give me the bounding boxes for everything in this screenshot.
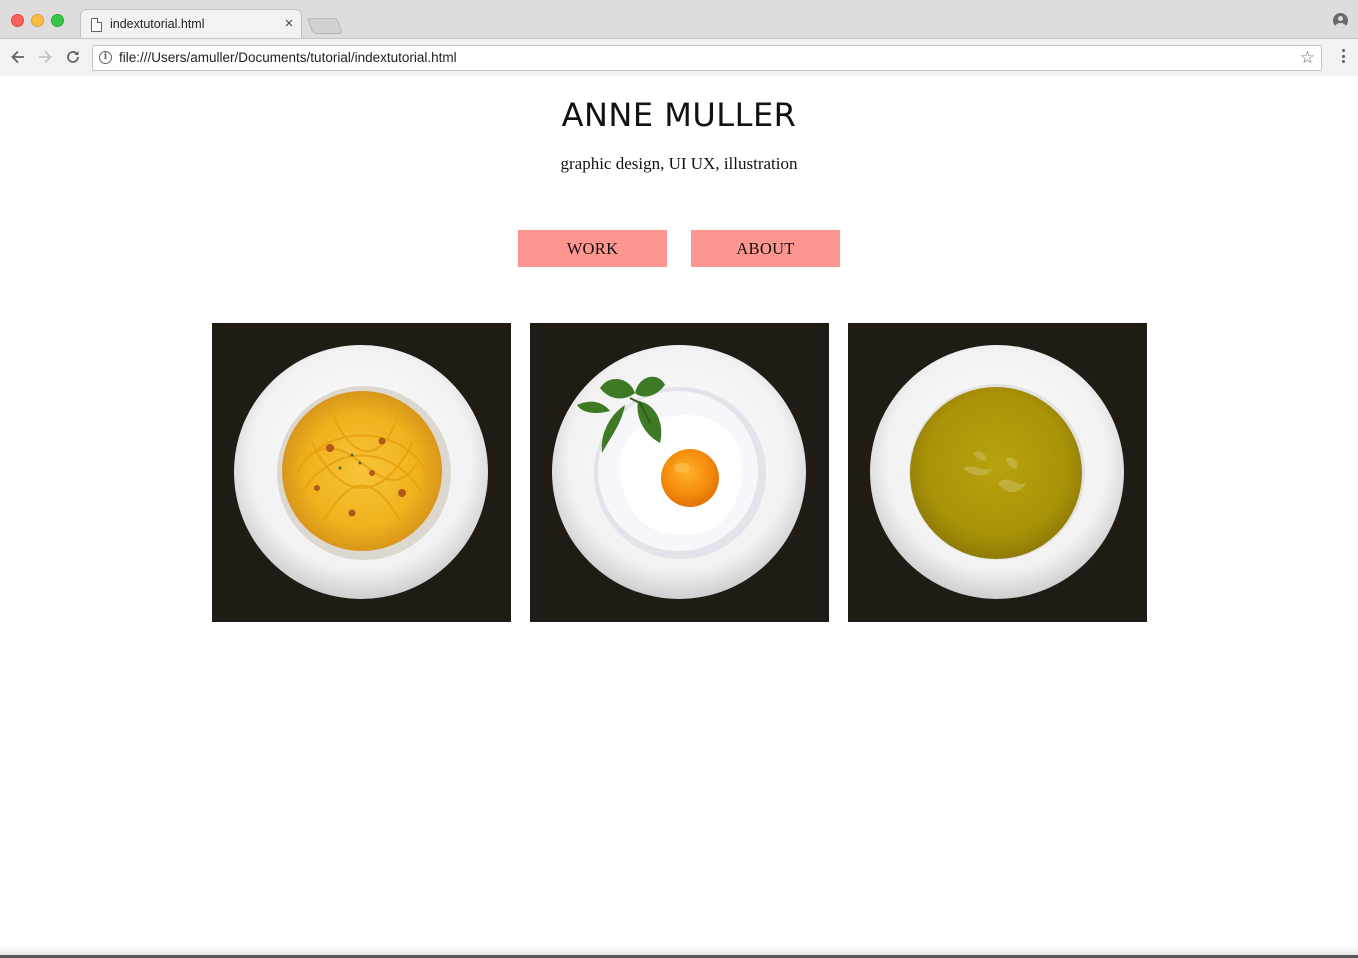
star-icon[interactable]: ☆ — [1300, 48, 1315, 68]
browser-tab[interactable]: indextutorial.html × — [80, 9, 302, 39]
new-tab-icon[interactable] — [307, 18, 343, 34]
site-title: ANNE MULLER — [561, 96, 797, 134]
gallery-image-spaghetti[interactable] — [212, 323, 511, 622]
page-content: ANNE MULLER graphic design, UI UX, illus… — [0, 76, 1358, 954]
menu-icon[interactable] — [1342, 49, 1346, 65]
tab-close-icon[interactable]: × — [281, 15, 297, 33]
browser-toolbar: i file:///Users/amuller/Documents/tutori… — [0, 38, 1358, 76]
profile-icon[interactable] — [1333, 13, 1348, 28]
minimize-window-icon[interactable] — [31, 14, 44, 27]
tagline: graphic design, UI UX, illustration — [560, 154, 798, 173]
tab-strip: indextutorial.html × — [0, 0, 1358, 39]
info-icon[interactable]: i — [99, 51, 112, 64]
back-arrow-icon[interactable] — [8, 47, 28, 67]
url-text[interactable]: file:///Users/amuller/Documents/tutorial… — [119, 50, 457, 65]
close-window-icon[interactable] — [11, 14, 24, 27]
address-bar[interactable]: i file:///Users/amuller/Documents/tutori… — [92, 45, 1322, 71]
document-icon — [91, 18, 102, 32]
tab-title: indextutorial.html — [110, 17, 205, 31]
zoom-window-icon[interactable] — [51, 14, 64, 27]
window-bottom-edge — [0, 946, 1358, 958]
about-button[interactable]: ABOUT — [691, 230, 840, 267]
work-button[interactable]: WORK — [518, 230, 667, 267]
gallery-image-fried-egg[interactable] — [530, 323, 829, 622]
reload-icon[interactable] — [63, 47, 83, 67]
browser-chrome: indextutorial.html × i file:///Users/amu… — [0, 0, 1358, 76]
gallery-image-soup[interactable] — [848, 323, 1147, 622]
forward-arrow-icon[interactable] — [35, 47, 55, 67]
